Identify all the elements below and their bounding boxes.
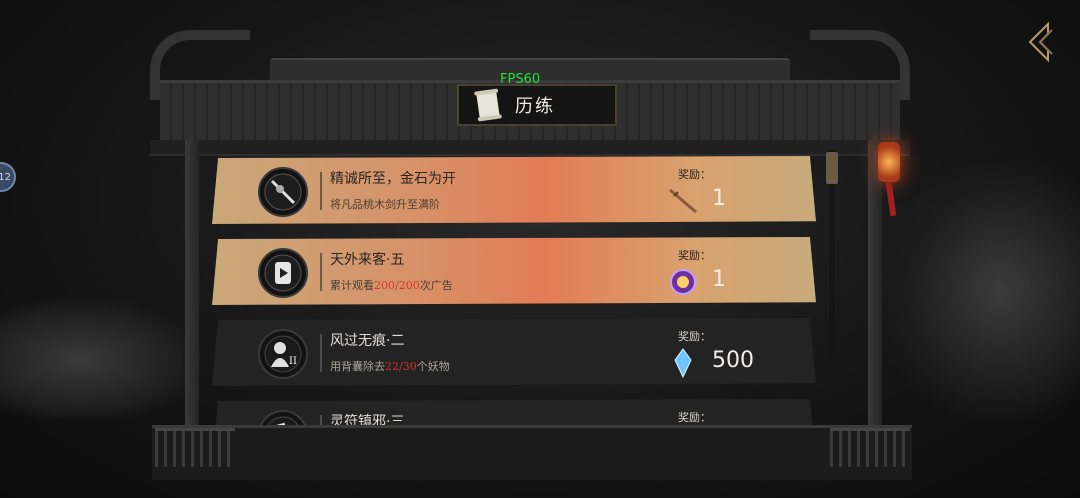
purple-orb-icon [670, 269, 696, 295]
task-name: 天外来客·五 [330, 252, 405, 268]
task-progress: 22/30 [385, 360, 417, 373]
background-rock-left [0, 300, 200, 420]
pillar-right [868, 140, 882, 460]
reward-label: 奖励： [678, 330, 711, 343]
page-title: 历练 [515, 96, 555, 117]
video-ad-icon [258, 248, 308, 298]
reward-label: 奖励： [678, 168, 711, 181]
scroll-icon [474, 88, 502, 122]
background-rock-right [880, 160, 1080, 420]
reward-label: 奖励： [678, 411, 711, 424]
panel-title-plaque: 历练 [457, 84, 617, 126]
blue-crystal-icon [674, 348, 692, 378]
task-desc: 累计观看200/200次广告 [330, 279, 453, 292]
task-progress: 200/200 [374, 279, 420, 292]
reward-count: 500 [712, 348, 754, 373]
reward-count: 1 [712, 186, 726, 211]
pillar-left [185, 140, 199, 460]
peach-sword-icon [669, 188, 697, 214]
side-level-text: 12 [0, 171, 11, 183]
task-row-2[interactable]: 天外来客·五 累计观看200/200次广告 奖励： 1 [212, 237, 816, 305]
reward-count: 1 [712, 267, 726, 292]
task-desc: 将凡品桃木剑升至满阶 [330, 198, 440, 211]
pavilion-base [152, 425, 912, 480]
reward-label: 奖励： [678, 249, 711, 262]
railing-right [830, 428, 910, 467]
task-list[interactable]: 精诚所至，金石为开 将凡品桃木剑升至满阶 奖励： 1 天外来客·五 累计观看20… [212, 150, 816, 440]
scrollbar-thumb[interactable] [826, 152, 838, 184]
lantern-icon [878, 142, 900, 182]
side-level-badge[interactable]: 12 [0, 162, 16, 192]
close-icon[interactable] [1018, 20, 1062, 64]
sword-seal-icon [258, 167, 308, 217]
railing-left [155, 428, 235, 467]
task-desc: 用背囊除去22/30个妖物 [330, 360, 450, 373]
task-row-3[interactable]: II 风过无痕·二 用背囊除去22/30个妖物 奖励： 500 [212, 318, 816, 386]
scrollbar-track[interactable] [829, 150, 835, 435]
task-name: 风过无痕·二 [330, 333, 405, 349]
task-name: 精诚所至，金石为开 [330, 171, 456, 187]
ghost-figure-icon: II [258, 329, 308, 379]
task-row-1[interactable]: 精诚所至，金石为开 将凡品桃木剑升至满阶 奖励： 1 [212, 156, 816, 224]
svg-text:II: II [289, 356, 297, 367]
